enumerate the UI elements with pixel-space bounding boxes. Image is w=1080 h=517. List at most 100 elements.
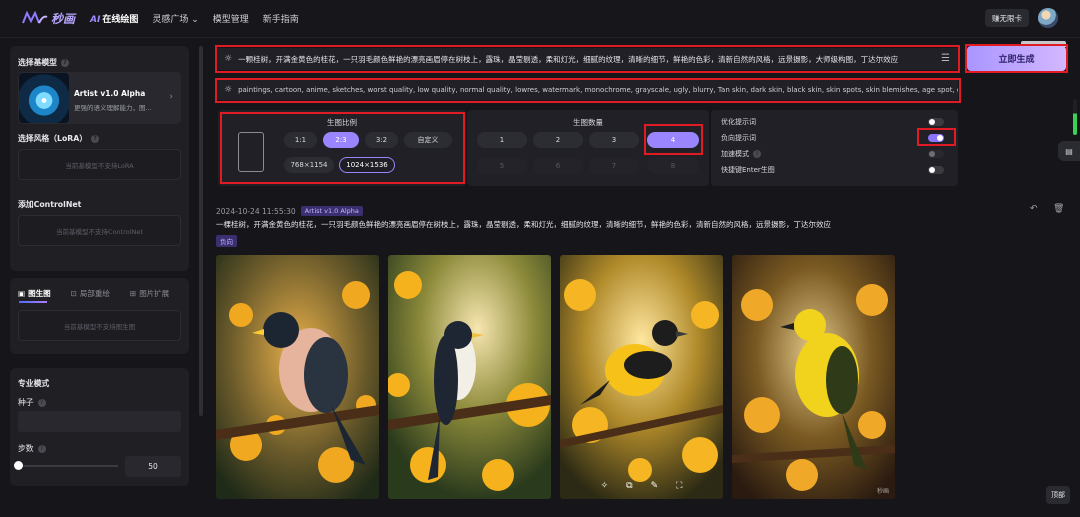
steps-slider-track[interactable] xyxy=(18,465,118,467)
lora-title: 选择风格（LoRA）? xyxy=(18,133,100,144)
options-panel: 优化提示词 负向提示词 加速模式? 快捷键Enter生图 xyxy=(711,110,958,186)
toggle-enter-shortcut[interactable] xyxy=(928,166,944,174)
count-option-4[interactable]: 4 xyxy=(647,132,699,148)
count-option-2[interactable]: 2 xyxy=(533,132,583,148)
result-image-2[interactable] xyxy=(388,255,551,499)
tab-outpaint[interactable]: ⊞ 图片扩展 xyxy=(130,288,169,299)
negative-prompt-text: paintings, cartoon, anime, sketches, wor… xyxy=(238,86,958,94)
ratio-option-1-1[interactable]: 1:1 xyxy=(284,132,317,148)
ratio-title: 生图比例 xyxy=(327,118,357,127)
nav-item-model-manage[interactable]: 模型管理 xyxy=(213,12,249,25)
ratio-option-2-3[interactable]: 2:3 xyxy=(323,132,359,148)
lora-disabled-box: 当前基模型不支持LoRA xyxy=(18,149,181,180)
controlnet-disabled-box: 当前基模型不支持ControlNet xyxy=(18,215,181,246)
expand-icon: ⊞ xyxy=(129,289,137,298)
tab-inpaint[interactable]: ⊡ 局部重绘 xyxy=(71,288,110,299)
count-panel: 生图数量 1 2 3 4 5 6 7 8 xyxy=(467,110,709,186)
help-icon[interactable]: ? xyxy=(37,444,46,453)
result-caption: 一棵桂树，开满金黄色的桂花，一只羽毛颜色鲜艳的漂亮画眉停在树枝上，露珠，晶莹剔透… xyxy=(216,220,831,229)
model-desc: 更强的语义理解能力，图... xyxy=(74,104,152,112)
result-image-1[interactable] xyxy=(216,255,379,499)
chevron-right-icon: › xyxy=(169,92,173,102)
wand-icon[interactable]: ✧ xyxy=(601,481,609,491)
sliders-icon[interactable]: ☰ xyxy=(941,53,950,64)
positive-prompt-input[interactable]: ☼ 一颗桂树，开满金黄色的桂花，一只羽毛颜色鲜艳的漂亮画眉停在树枝上，露珠，晶莹… xyxy=(218,48,958,70)
option-optimize-prompt: 优化提示词 xyxy=(721,118,756,126)
toggle-optimize-prompt[interactable] xyxy=(928,118,944,126)
seed-label: 种子? xyxy=(18,397,46,408)
result-model-badge: Artist v1.0 Alpha xyxy=(300,206,363,216)
option-enter-shortcut: 快捷键Enter生图 xyxy=(721,166,775,174)
help-icon[interactable]: ? xyxy=(753,150,761,158)
nav-item-guide[interactable]: 新手指南 xyxy=(263,12,299,25)
chevron-down-icon: ⌄ xyxy=(191,15,199,25)
count-option-3[interactable]: 3 xyxy=(589,132,639,148)
pro-mode-title: 专业模式 xyxy=(18,379,50,388)
logo[interactable]: 秒画 xyxy=(22,9,75,27)
option-speed-mode: 加速模式? xyxy=(721,149,761,159)
pro-panel: 专业模式 种子? 步数? 50 xyxy=(10,368,189,486)
main-nav: AI 在线绘图 灵感广场 ⌄ 模型管理 新手指南 xyxy=(90,12,299,25)
seed-input[interactable] xyxy=(18,411,181,432)
size-option-768[interactable]: 768×1154 xyxy=(284,157,334,173)
free-card-button[interactable]: 赚无限卡 xyxy=(985,9,1029,27)
logo-mark-icon xyxy=(22,11,48,24)
sidebar-scrollbar[interactable] xyxy=(199,46,203,416)
reuse-icon[interactable]: ↶ xyxy=(1030,204,1038,214)
back-to-top-button[interactable]: 顶部 xyxy=(1046,486,1070,504)
result-image-4[interactable]: 秒画 xyxy=(732,255,895,499)
controlnet-title: 添加ControlNet xyxy=(18,200,82,209)
gallery-icon[interactable]: ▤ xyxy=(1058,141,1080,161)
option-negative-prompt: 负向提示词 xyxy=(721,134,756,142)
model-thumbnail xyxy=(19,73,69,123)
count-option-6[interactable]: 6 xyxy=(533,158,583,174)
nav-item-inspiration[interactable]: 灵感广场 ⌄ xyxy=(152,12,198,25)
avatar[interactable] xyxy=(1038,8,1058,28)
credit-meter xyxy=(1073,99,1077,135)
count-option-7[interactable]: 7 xyxy=(589,158,639,174)
help-icon[interactable]: ? xyxy=(60,58,69,67)
count-option-5[interactable]: 5 xyxy=(477,158,527,174)
ratio-option-custom[interactable]: 自定义 xyxy=(404,132,452,148)
image-toolbar: ✧ ⧉ ✎ ⛶ xyxy=(560,481,723,491)
trash-icon[interactable]: 🗑 xyxy=(1053,204,1064,214)
ratio-option-3-2[interactable]: 3:2 xyxy=(365,132,398,148)
model-name: Artist v1.0 Alpha xyxy=(74,89,146,98)
brush-icon: ⊡ xyxy=(70,289,77,298)
copy-icon[interactable]: ⧉ xyxy=(626,481,632,491)
count-option-1[interactable]: 1 xyxy=(477,132,527,148)
result-meta: 2024-10-24 11:55:30 Artist v1.0 Alpha xyxy=(216,206,363,216)
generate-button[interactable]: 立即生成 xyxy=(967,46,1066,71)
img2img-panel: ▣ 图生图 ⊡ 局部重绘 ⊞ 图片扩展 当前基模型不支持图生图 xyxy=(10,278,189,354)
count-option-8[interactable]: 8 xyxy=(647,158,699,174)
ratio-preview xyxy=(238,132,264,172)
result-image-3[interactable]: ✧ ⧉ ✎ ⛶ xyxy=(560,255,723,499)
result-timestamp: 2024-10-24 11:55:30 xyxy=(216,206,296,216)
negative-prompt-input[interactable]: ☼ paintings, cartoon, anime, sketches, w… xyxy=(218,80,958,100)
app-root: 秒画 AI 在线绘图 灵感广场 ⌄ 模型管理 新手指南 赚无限卡 选择基模型? A… xyxy=(0,0,1080,517)
negative-badge[interactable]: 负向 xyxy=(216,235,237,247)
model-panel: 选择基模型? Artist v1.0 Alpha 更强的语义理解能力，图... … xyxy=(10,46,189,271)
size-option-1024[interactable]: 1024×1536 xyxy=(339,157,395,173)
logo-text: 秒画 xyxy=(51,11,76,26)
count-title: 生图数量 xyxy=(573,118,603,127)
lightbulb-icon: ☼ xyxy=(224,54,233,64)
image-icon: ▣ xyxy=(18,289,26,298)
steps-slider-handle[interactable] xyxy=(14,461,23,470)
toggle-negative-prompt[interactable] xyxy=(928,134,944,142)
steps-label: 步数? xyxy=(18,443,46,454)
help-icon[interactable]: ? xyxy=(37,398,46,407)
watermark: 秒画 xyxy=(876,488,889,495)
nav-item-online-draw[interactable]: AI 在线绘图 xyxy=(90,12,138,25)
base-model-card[interactable]: Artist v1.0 Alpha 更强的语义理解能力，图... › xyxy=(18,72,181,124)
help-icon[interactable]: ? xyxy=(91,134,100,143)
tab-img2img[interactable]: ▣ 图生图 xyxy=(18,288,51,299)
toggle-speed-mode[interactable] xyxy=(928,150,944,158)
edit-icon[interactable]: ✎ xyxy=(651,481,659,491)
expand-icon[interactable]: ⛶ xyxy=(676,481,682,491)
positive-prompt-text: 一颗桂树，开满金黄色的桂花，一只羽毛颜色鲜艳的漂亮画眉停在树枝上，露珠，晶莹剔透… xyxy=(238,54,899,64)
img2img-tabs: ▣ 图生图 ⊡ 局部重绘 ⊞ 图片扩展 xyxy=(18,288,169,299)
tab-underline xyxy=(19,301,47,303)
steps-value-input[interactable]: 50 xyxy=(125,456,181,477)
ratio-panel: 生图比例 1:1 2:3 3:2 自定义 768×1154 1024×1536 xyxy=(218,110,466,186)
